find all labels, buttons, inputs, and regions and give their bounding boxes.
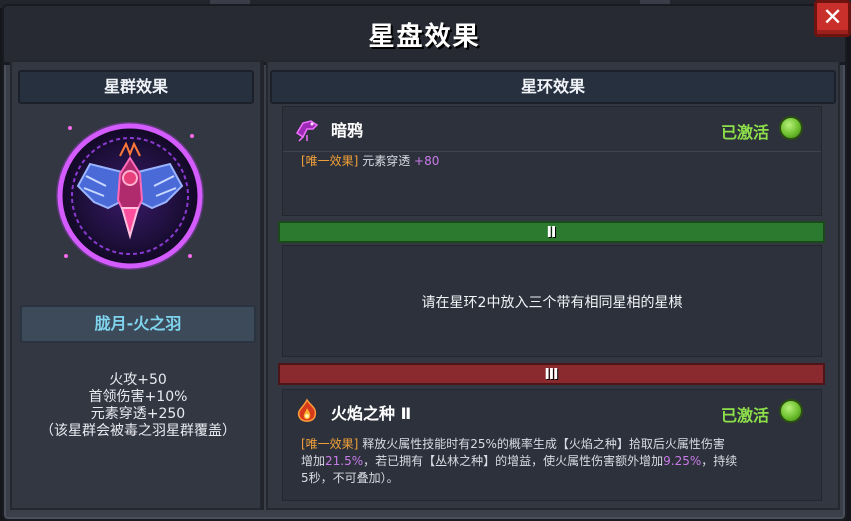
ring3-text-2a: 增加 <box>301 454 326 468</box>
title-bar: 星盘效果 <box>4 6 845 65</box>
ring1-effect: [唯一效果] 元素穿透 +80 <box>301 153 439 170</box>
raven-icon <box>293 115 321 143</box>
ring3-effect-line: [唯一效果] 释放火属性技能时有25%的概率生成【火焰之种】拾取后火属性伤害 <box>301 436 811 453</box>
constellation-effect-header: 星群效果 <box>18 70 254 104</box>
ring1-card-head: 暗鸦 已激活 <box>283 107 821 152</box>
ring1-card: 暗鸦 已激活 [唯一效果] 元素穿透 +80 <box>282 106 822 216</box>
constellation-emblem[interactable] <box>50 116 210 276</box>
unique-effect-tag: [唯一效果] <box>301 154 359 168</box>
constellation-name: 胧月-火之羽 <box>20 305 256 343</box>
ring3-card: 火焰之种 Ⅱ 已激活 [唯一效果] 释放火属性技能时有25%的概率生成【火焰之种… <box>282 389 822 501</box>
window-title: 星盘效果 <box>368 22 481 52</box>
ring3-card-head: 火焰之种 Ⅱ 已激活 <box>283 390 821 434</box>
panel-divider <box>261 60 264 510</box>
ring3-bar: Ⅲ <box>278 363 825 385</box>
ring3-text-2c: ，持续 <box>701 454 738 468</box>
ring2-hint: 请在星环2中放入三个带有相同星相的星棋 <box>421 295 683 311</box>
ring-effect-header: 星环效果 <box>270 70 836 104</box>
ring3-effect: [唯一效果] 释放火属性技能时有25%的概率生成【火焰之种】拾取后火属性伤害 增… <box>301 436 811 487</box>
stat-line: 火攻+50 <box>109 372 167 388</box>
ring3-text-1: 释放火属性技能时有25%的概率生成【火焰之种】拾取后火属性伤害 <box>362 437 725 451</box>
close-button[interactable]: ✕ <box>814 0 851 37</box>
ring1-status: 已激活 <box>720 123 769 142</box>
ring3-text-2b: ，若已拥有【丛林之种】的增益，使火属性伤害额外增加 <box>363 454 664 468</box>
ring3-value-1: 21.5% <box>325 454 364 468</box>
close-icon: ✕ <box>822 3 843 31</box>
ring1-name: 暗鸦 <box>331 121 364 140</box>
stat-line: 元素穿透+250 <box>90 406 186 422</box>
ring3-text-3: 5秒，不可叠加）。 <box>301 471 399 485</box>
active-indicator-icon <box>779 399 803 423</box>
ring2-slot[interactable]: 请在星环2中放入三个带有相同星相的星棋 <box>282 245 822 357</box>
ring3-effect-line: 5秒，不可叠加）。 <box>301 470 811 487</box>
ring1-effect-value: +80 <box>414 154 440 168</box>
stat-note: （该星群会被毒之羽星群覆盖） <box>40 423 236 439</box>
ring1-effect-text: 元素穿透 <box>362 154 411 168</box>
ring3-name: 火焰之种 Ⅱ <box>331 404 412 423</box>
ring3-status: 已激活 <box>720 406 769 425</box>
phoenix-emblem-icon <box>56 122 204 270</box>
unique-effect-tag: [唯一效果] <box>301 437 359 451</box>
ring3-value-2: 9.25% <box>663 454 702 468</box>
ring2-bar: Ⅱ <box>278 221 825 243</box>
constellation-stats: 火攻+50 首领伤害+10% 元素穿透+250 （该星群会被毒之羽星群覆盖） <box>18 372 258 440</box>
active-indicator-icon <box>779 116 803 140</box>
stat-line: 首领伤害+10% <box>88 389 188 405</box>
flame-seed-icon <box>293 398 321 426</box>
ring3-effect-line: 增加21.5%，若已拥有【丛林之种】的增益，使火属性伤害额外增加9.25%，持续 <box>301 453 811 470</box>
